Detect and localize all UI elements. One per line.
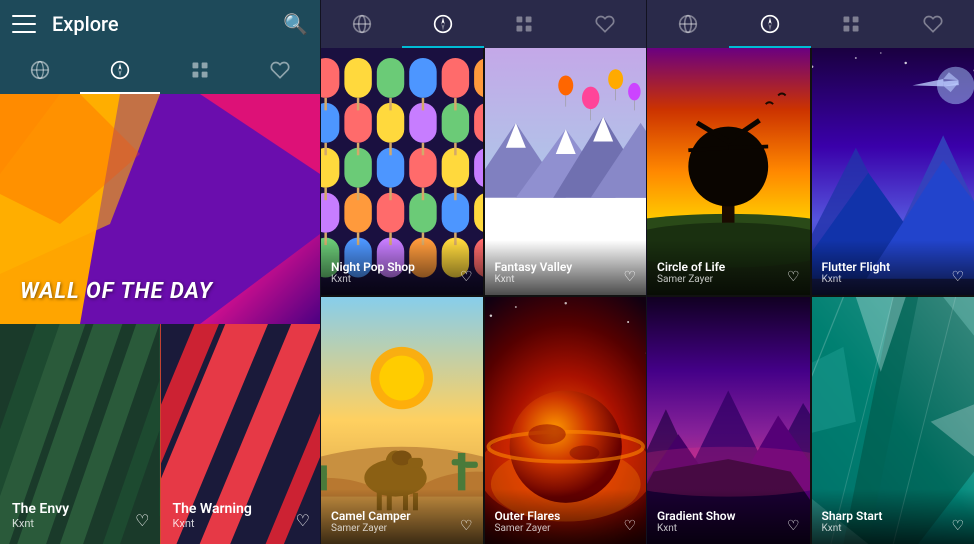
night-pop-shop-title: Night Pop Shop: [331, 260, 415, 274]
card-the-warning-title: The Warning: [173, 501, 281, 517]
camel-camper-heart[interactable]: ♡: [460, 518, 473, 534]
card-the-envy-author: Kxnt: [12, 517, 120, 530]
flutter-flight-title: Flutter Flight: [822, 260, 891, 274]
search-icon[interactable]: 🔍: [283, 12, 308, 36]
outer-flares-title: Outer Flares: [495, 509, 561, 523]
page-title: Explore: [52, 12, 283, 36]
gradient-show-title: Gradient Show: [657, 509, 735, 523]
outer-flares-info: Outer Flares Samer Zayer ♡: [485, 489, 647, 544]
flutter-flight-info: Flutter Flight Kxnt ♡: [812, 240, 974, 295]
night-pop-shop-heart[interactable]: ♡: [460, 269, 473, 285]
night-pop-shop-author: Kxnt: [331, 274, 415, 285]
circle-of-life-info: Circle of Life Samer Zayer ♡: [647, 240, 810, 295]
flutter-flight-author: Kxnt: [822, 274, 891, 285]
card-the-envy[interactable]: The Envy Kxnt ♡: [0, 324, 160, 544]
fantasy-valley-author: Kxnt: [495, 274, 573, 285]
card-the-envy-heart[interactable]: ♡: [135, 511, 149, 530]
card-flutter-flight[interactable]: Flutter Flight Kxnt ♡: [812, 48, 974, 295]
card-the-warning-label: The Warning Kxnt: [173, 501, 281, 530]
card-sharp-start[interactable]: Sharp Start Kxnt ♡: [812, 297, 974, 544]
card-fantasy-valley[interactable]: Fantasy Valley Kxnt ♡: [485, 48, 647, 295]
outer-flares-author: Samer Zayer: [495, 523, 561, 534]
circle-of-life-heart[interactable]: ♡: [787, 269, 800, 285]
camel-camper-author: Samer Zayer: [331, 523, 411, 534]
middle-tab-globe[interactable]: [321, 0, 402, 48]
flutter-flight-heart[interactable]: ♡: [951, 269, 964, 285]
middle-tab-gallery[interactable]: [484, 0, 565, 48]
gradient-show-heart[interactable]: ♡: [787, 518, 800, 534]
right-wallpaper-grid: Circle of Life Samer Zayer ♡: [647, 48, 974, 544]
card-the-envy-label: The Envy Kxnt: [12, 501, 120, 530]
right-tab-heart[interactable]: [892, 0, 974, 48]
card-the-warning-heart[interactable]: ♡: [296, 511, 310, 530]
middle-tab-compass[interactable]: [402, 0, 483, 48]
right-tab-globe[interactable]: [647, 0, 729, 48]
card-the-warning-author: Kxnt: [173, 517, 281, 530]
card-night-pop-shop[interactable]: Night Pop Shop Kxnt ♡: [321, 48, 483, 295]
right-panel: Circle of Life Samer Zayer ♡: [647, 0, 974, 544]
middle-tab-heart[interactable]: [565, 0, 646, 48]
left-nav-tabs: [0, 48, 320, 94]
camel-camper-title: Camel Camper: [331, 509, 411, 523]
card-the-warning[interactable]: The Warning Kxnt ♡: [160, 324, 321, 544]
wall-of-day-label: WALL OF THE DAY: [20, 279, 213, 304]
gradient-show-info: Gradient Show Kxnt ♡: [647, 489, 810, 544]
right-tab-gallery[interactable]: [811, 0, 893, 48]
outer-flares-heart[interactable]: ♡: [623, 518, 636, 534]
fantasy-valley-info: Fantasy Valley Kxnt ♡: [485, 240, 647, 295]
sharp-start-info: Sharp Start Kxnt ♡: [812, 489, 974, 544]
middle-wallpaper-grid: Night Pop Shop Kxnt ♡: [321, 48, 646, 544]
night-pop-shop-info: Night Pop Shop Kxnt ♡: [321, 240, 483, 295]
card-outer-flares[interactable]: Outer Flares Samer Zayer ♡: [485, 297, 647, 544]
sharp-start-title: Sharp Start: [822, 509, 883, 523]
wall-of-day[interactable]: WALL OF THE DAY: [0, 94, 320, 324]
bottom-row: The Envy Kxnt ♡ The Warning Kxnt ♡: [0, 324, 320, 544]
card-circle-of-life[interactable]: Circle of Life Samer Zayer ♡: [647, 48, 810, 295]
circle-of-life-title: Circle of Life: [657, 260, 725, 274]
card-camel-camper[interactable]: Camel Camper Samer Zayer ♡: [321, 297, 483, 544]
left-tab-compass[interactable]: [80, 48, 160, 92]
left-tab-heart[interactable]: [240, 48, 320, 92]
right-nav-tabs: [647, 0, 974, 48]
card-the-envy-title: The Envy: [12, 501, 120, 517]
right-tab-compass[interactable]: [729, 0, 811, 48]
sharp-start-heart[interactable]: ♡: [951, 518, 964, 534]
left-tab-gallery[interactable]: [160, 48, 240, 92]
gradient-show-author: Kxnt: [657, 523, 735, 534]
sharp-start-author: Kxnt: [822, 523, 883, 534]
hamburger-menu-icon[interactable]: [12, 15, 36, 33]
camel-camper-info: Camel Camper Samer Zayer ♡: [321, 489, 483, 544]
middle-nav-tabs: [321, 0, 646, 48]
card-gradient-show[interactable]: Gradient Show Kxnt ♡: [647, 297, 810, 544]
fantasy-valley-title: Fantasy Valley: [495, 260, 573, 274]
left-header: Explore 🔍: [0, 0, 320, 48]
circle-of-life-author: Samer Zayer: [657, 274, 725, 285]
left-panel: Explore 🔍: [0, 0, 320, 544]
fantasy-valley-heart[interactable]: ♡: [623, 269, 636, 285]
left-tab-globe[interactable]: [0, 48, 80, 92]
middle-panel: Night Pop Shop Kxnt ♡: [320, 0, 647, 544]
